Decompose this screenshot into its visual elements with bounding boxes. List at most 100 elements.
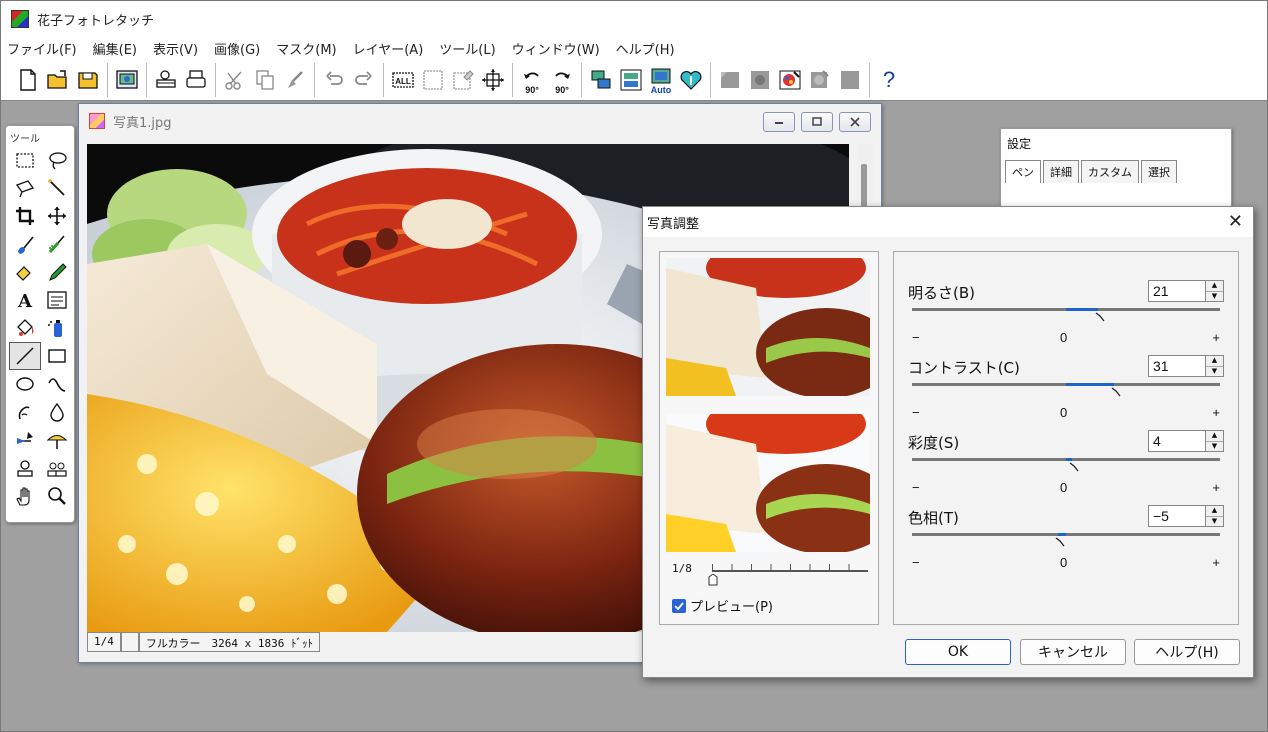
tool-zoom[interactable] bbox=[41, 482, 73, 510]
auto-adjust-button[interactable]: Auto bbox=[646, 65, 676, 95]
save-file-button[interactable] bbox=[73, 65, 103, 95]
spin-up-icon[interactable]: ▲ bbox=[1206, 281, 1223, 291]
adjust-value-input[interactable]: 21 bbox=[1148, 280, 1206, 302]
ok-button[interactable]: OK bbox=[905, 639, 1011, 665]
effect-a-button[interactable] bbox=[715, 65, 745, 95]
tool-stamp[interactable] bbox=[9, 454, 41, 482]
tool-polygon-lasso[interactable] bbox=[9, 174, 41, 202]
menu-tools[interactable]: ツール(L) bbox=[439, 39, 495, 58]
adjust-spinner[interactable]: 21 ▲ ▼ bbox=[1148, 280, 1224, 302]
preview-checkbox-row[interactable]: プレビュー(P) bbox=[672, 596, 773, 615]
open-file-button[interactable] bbox=[43, 65, 73, 95]
spin-down-icon[interactable]: ▼ bbox=[1206, 365, 1223, 377]
tab-selection[interactable]: 選択 bbox=[1141, 160, 1177, 183]
tool-ellipse[interactable] bbox=[9, 370, 41, 398]
tool-magic-wand[interactable] bbox=[41, 174, 73, 202]
tab-pen[interactable]: ペン bbox=[1005, 160, 1041, 183]
effect-d-button[interactable] bbox=[805, 65, 835, 95]
adjust-spinner[interactable]: 31 ▲ ▼ bbox=[1148, 355, 1224, 377]
tool-clone-stamp[interactable] bbox=[41, 454, 73, 482]
tool-airbrush[interactable] bbox=[41, 230, 73, 258]
heart-effect-button[interactable] bbox=[676, 65, 706, 95]
undo-button[interactable] bbox=[319, 65, 349, 95]
spin-up-icon[interactable]: ▲ bbox=[1206, 356, 1223, 366]
select-none-button[interactable] bbox=[418, 65, 448, 95]
maximize-button[interactable] bbox=[801, 112, 833, 132]
menu-file[interactable]: ファイル(F) bbox=[7, 39, 77, 58]
menu-view[interactable]: 表示(V) bbox=[153, 39, 198, 58]
tool-rect-select[interactable] bbox=[9, 146, 41, 174]
tool-line[interactable] bbox=[9, 342, 41, 370]
spin-down-icon[interactable]: ▼ bbox=[1206, 290, 1223, 302]
spin-up-icon[interactable]: ▲ bbox=[1206, 431, 1223, 441]
spin-down-icon[interactable]: ▼ bbox=[1206, 515, 1223, 527]
photo-adjust-button[interactable] bbox=[616, 65, 646, 95]
select-all-button[interactable]: ALL bbox=[388, 65, 418, 95]
preview-zoom-knob[interactable] bbox=[708, 574, 718, 586]
spin-down-icon[interactable]: ▼ bbox=[1206, 440, 1223, 452]
preview-zoom-slider[interactable] bbox=[712, 570, 868, 572]
effect-e-button[interactable] bbox=[835, 65, 865, 95]
cut-button[interactable] bbox=[220, 65, 250, 95]
dialog-titlebar[interactable]: 写真調整 bbox=[643, 207, 1253, 237]
menu-help[interactable]: ヘルプ(H) bbox=[616, 39, 675, 58]
tool-text[interactable]: A bbox=[9, 286, 41, 314]
tool-lasso[interactable] bbox=[41, 146, 73, 174]
adjust-slider-track[interactable] bbox=[912, 533, 1220, 536]
effect-b-button[interactable] bbox=[745, 65, 775, 95]
menu-image[interactable]: 画像(G) bbox=[214, 39, 260, 58]
tool-brush[interactable] bbox=[9, 230, 41, 258]
tool-rectangle[interactable] bbox=[41, 342, 73, 370]
tab-detail[interactable]: 詳細 bbox=[1043, 160, 1079, 183]
close-window-button[interactable] bbox=[839, 112, 871, 132]
tool-gradient[interactable] bbox=[9, 426, 41, 454]
help-button[interactable]: ? bbox=[874, 65, 904, 95]
color-correction-button[interactable] bbox=[586, 65, 616, 95]
adjust-spinner[interactable]: −5 ▲ ▼ bbox=[1148, 505, 1224, 527]
menu-window[interactable]: ウィンドウ(W) bbox=[512, 39, 600, 58]
photo-browser-button[interactable] bbox=[112, 65, 142, 95]
tool-drop[interactable] bbox=[41, 398, 73, 426]
preview-checkbox[interactable] bbox=[672, 598, 686, 613]
adjust-value-input[interactable]: 4 bbox=[1148, 430, 1206, 452]
paste-button[interactable] bbox=[280, 65, 310, 95]
menu-layer[interactable]: レイヤー(A) bbox=[353, 39, 424, 58]
print-button[interactable] bbox=[181, 65, 211, 95]
erase-selection-button[interactable] bbox=[448, 65, 478, 95]
redo-button[interactable] bbox=[349, 65, 379, 95]
tool-curve[interactable] bbox=[41, 370, 73, 398]
adjust-slider-knob[interactable] bbox=[1068, 462, 1080, 474]
tool-eraser[interactable] bbox=[9, 258, 41, 286]
tool-spray[interactable] bbox=[41, 314, 73, 342]
tool-fill-bucket[interactable] bbox=[9, 314, 41, 342]
new-file-button[interactable] bbox=[13, 65, 43, 95]
menu-mask[interactable]: マスク(M) bbox=[276, 39, 336, 58]
adjust-value-input[interactable]: 31 bbox=[1148, 355, 1206, 377]
tool-hand[interactable] bbox=[9, 482, 41, 510]
dialog-help-button[interactable]: ヘルプ(H) bbox=[1134, 639, 1240, 665]
tool-gradient-fan[interactable] bbox=[41, 426, 73, 454]
scan-button[interactable] bbox=[151, 65, 181, 95]
transform-button[interactable] bbox=[478, 65, 508, 95]
tab-custom[interactable]: カスタム bbox=[1081, 160, 1139, 183]
adjust-slider-knob[interactable] bbox=[1054, 537, 1066, 549]
rotate-left-button[interactable]: 90° bbox=[517, 65, 547, 95]
spin-up-icon[interactable]: ▲ bbox=[1206, 506, 1223, 516]
tool-pencil[interactable] bbox=[41, 258, 73, 286]
tool-move[interactable] bbox=[41, 202, 73, 230]
cancel-button[interactable]: キャンセル bbox=[1020, 639, 1126, 665]
tool-textbox[interactable] bbox=[41, 286, 73, 314]
image-window-titlebar[interactable]: 写真1.jpg bbox=[79, 104, 881, 138]
menu-edit[interactable]: 編集(E) bbox=[93, 39, 137, 58]
tool-smudge[interactable] bbox=[9, 398, 41, 426]
rotate-right-button[interactable]: 90° bbox=[547, 65, 577, 95]
adjust-slider-knob[interactable] bbox=[1110, 387, 1122, 399]
copy-button[interactable] bbox=[250, 65, 280, 95]
dialog-close-icon[interactable]: ✕ bbox=[1228, 211, 1243, 232]
effect-c-button[interactable] bbox=[775, 65, 805, 95]
adjust-spinner[interactable]: 4 ▲ ▼ bbox=[1148, 430, 1224, 452]
tool-crop[interactable] bbox=[9, 202, 41, 230]
minimize-button[interactable] bbox=[763, 112, 795, 132]
adjust-slider-knob[interactable] bbox=[1094, 312, 1106, 324]
adjust-value-input[interactable]: −5 bbox=[1148, 505, 1206, 527]
